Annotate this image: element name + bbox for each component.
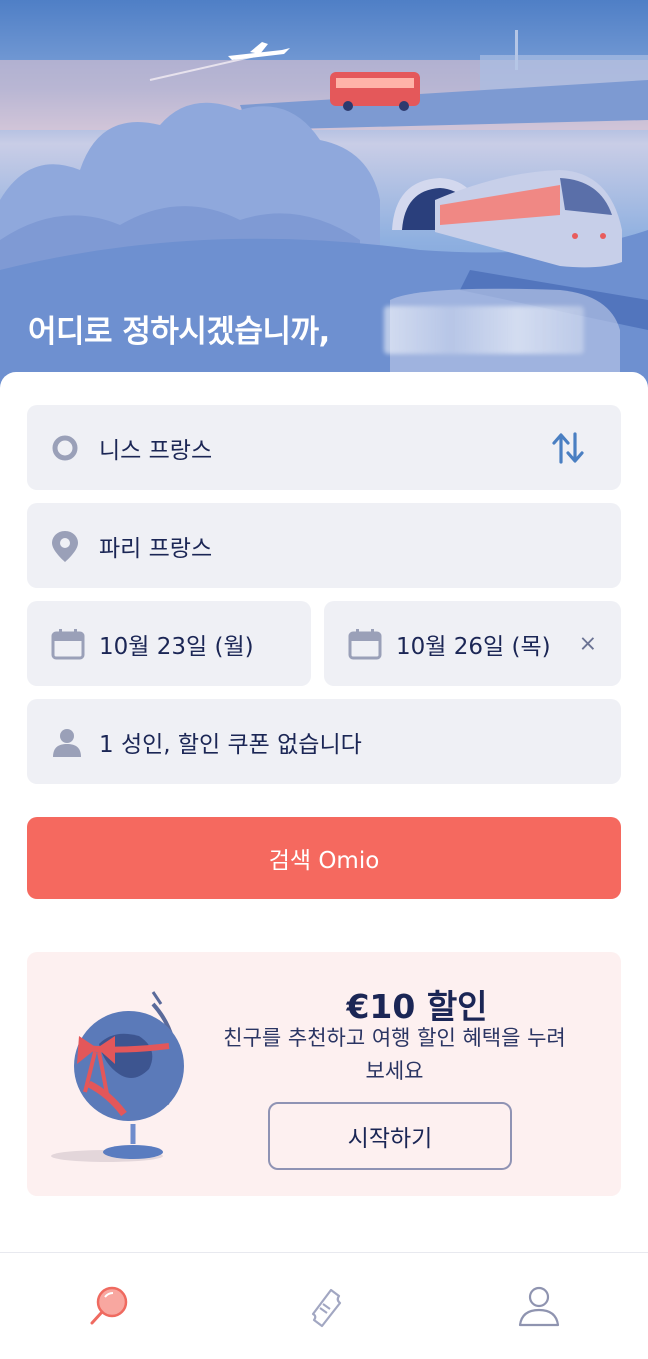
origin-field[interactable]: 니스 프랑스 xyxy=(27,405,621,490)
airplane-icon xyxy=(228,42,290,60)
user-name-redacted xyxy=(384,306,584,354)
departure-date-value: 10월 23일 (월) xyxy=(99,633,254,660)
hero-banner: 어디로 정하시겠습니까, xyxy=(0,0,648,400)
person-icon xyxy=(51,726,83,758)
return-date-value: 10월 26일 (목) xyxy=(396,633,551,660)
promo-title: €10 할인 xyxy=(346,987,488,1026)
start-button[interactable]: 시작하기 xyxy=(268,1102,512,1170)
search-button[interactable]: 검색 Omio xyxy=(27,817,621,899)
search-icon xyxy=(88,1285,130,1331)
nav-tickets-tab[interactable] xyxy=(300,1283,350,1333)
globe-gift-icon xyxy=(49,974,199,1178)
origin-circle-icon xyxy=(51,434,79,462)
calendar-icon xyxy=(348,628,382,660)
search-form-card: 니스 프랑스 파리 프랑스 10월 23일 (월) 10월 26일 (목) × … xyxy=(0,372,648,1252)
clear-return-button[interactable]: × xyxy=(579,631,597,656)
nav-account-tab[interactable] xyxy=(514,1283,564,1333)
passengers-field[interactable]: 1 성인, 할인 쿠폰 없습니다 xyxy=(27,699,621,784)
bottom-navigation xyxy=(0,1252,648,1359)
destination-field[interactable]: 파리 프랑스 xyxy=(27,503,621,588)
bus-icon xyxy=(330,72,420,111)
return-date-field[interactable]: 10월 26일 (목) × xyxy=(324,601,621,686)
origin-value: 니스 프랑스 xyxy=(99,437,213,464)
referral-promo-card: €10 할인 친구를 추천하고 여행 할인 혜택을 누려보세요 시작하기 xyxy=(27,952,621,1196)
destination-value: 파리 프랑스 xyxy=(99,535,213,562)
ticket-icon xyxy=(303,1284,347,1332)
swap-icon[interactable] xyxy=(551,430,585,466)
calendar-icon xyxy=(51,628,85,660)
promo-description: 친구를 추천하고 여행 할인 혜택을 누려보세요 xyxy=(223,1026,566,1083)
account-icon xyxy=(517,1284,561,1332)
location-pin-icon xyxy=(51,529,79,563)
greeting-text: 어디로 정하시겠습니까, xyxy=(28,314,330,350)
passengers-value: 1 성인, 할인 쿠폰 없습니다 xyxy=(99,731,362,758)
nav-search-tab[interactable] xyxy=(84,1283,134,1333)
departure-date-field[interactable]: 10월 23일 (월) xyxy=(27,601,311,686)
